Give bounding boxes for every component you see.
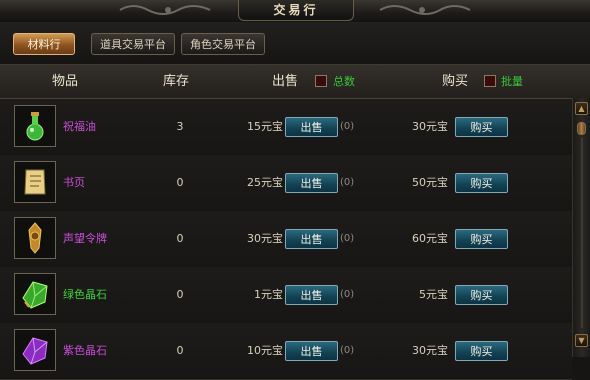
buy-button[interactable]: 购买: [455, 117, 508, 137]
item-name: 祝福油: [63, 120, 96, 133]
item-stock: 3: [176, 120, 184, 133]
tab-bar: 材料行 道具交易平台 角色交易平台: [0, 22, 590, 65]
buy-bulk-checkbox[interactable]: [484, 75, 496, 87]
item-name: 紫色晶石: [63, 344, 107, 357]
item-row: 书页 0 25元宝 出售 (0) 50元宝 购买: [0, 155, 572, 212]
scroll-down-icon[interactable]: ▼: [575, 334, 588, 347]
sell-price: 15元宝: [247, 120, 283, 133]
sell-price: 25元宝: [247, 176, 283, 189]
tab-character-trading[interactable]: 角色交易平台: [181, 33, 265, 55]
scroll-thumb[interactable]: [577, 122, 586, 135]
green-crystal-icon[interactable]: [14, 273, 56, 315]
buy-button[interactable]: 购买: [455, 229, 508, 249]
item-row: 紫色晶石 0 10元宝 出售 (0) 30元宝 购买: [0, 323, 572, 380]
buy-button[interactable]: 购买: [455, 341, 508, 361]
item-name: 绿色晶石: [63, 288, 107, 301]
header-sell: 出售: [272, 74, 299, 89]
sell-count: (0): [340, 289, 355, 300]
sell-total-checkbox[interactable]: [315, 75, 327, 87]
tab-materials[interactable]: 材料行: [13, 33, 75, 55]
title-bar: 交易行: [0, 0, 590, 23]
item-name: 声望令牌: [63, 232, 107, 245]
sell-price: 1元宝: [254, 288, 283, 301]
blessing-oil-icon[interactable]: [14, 105, 56, 147]
sell-count: (0): [340, 345, 355, 356]
sell-button[interactable]: 出售: [285, 173, 338, 193]
sell-price: 10元宝: [247, 344, 283, 357]
item-stock: 0: [176, 176, 184, 189]
header-buy: 购买: [442, 74, 469, 89]
buy-price: 5元宝: [419, 288, 448, 301]
scroll-track[interactable]: [581, 138, 583, 328]
item-row: 祝福油 3 15元宝 出售 (0) 30元宝 购买: [0, 99, 572, 156]
buy-bulk-label: 批量: [501, 75, 523, 88]
sell-price: 30元宝: [247, 232, 283, 245]
sell-button[interactable]: 出售: [285, 229, 338, 249]
sell-count: (0): [340, 177, 355, 188]
sell-count: (0): [340, 233, 355, 244]
buy-button[interactable]: 购买: [455, 285, 508, 305]
item-row: 声望令牌 0 30元宝 出售 (0) 60元宝 购买: [0, 211, 572, 268]
column-header: 物品 库存 出售 总数 购买 批量: [0, 65, 590, 99]
item-name: 书页: [63, 176, 85, 189]
scroll-up-icon[interactable]: ▲: [575, 102, 588, 115]
header-stock: 库存: [163, 74, 190, 89]
item-stock: 0: [176, 288, 184, 301]
buy-price: 50元宝: [412, 176, 448, 189]
item-row: 绿色晶石 0 1元宝 出售 (0) 5元宝 购买: [0, 267, 572, 324]
header-item: 物品: [52, 74, 79, 89]
prestige-token-icon[interactable]: [14, 217, 56, 259]
dragon-ornament-icon: [118, 2, 218, 18]
purple-crystal-icon[interactable]: [14, 329, 56, 371]
sell-button[interactable]: 出售: [285, 117, 338, 137]
tab-item-trading[interactable]: 道具交易平台: [91, 33, 175, 55]
book-page-icon[interactable]: [14, 161, 56, 203]
buy-price: 30元宝: [412, 120, 448, 133]
sell-button[interactable]: 出售: [285, 285, 338, 305]
sell-button[interactable]: 出售: [285, 341, 338, 361]
buy-button[interactable]: 购买: [455, 173, 508, 193]
sell-total-label: 总数: [333, 75, 355, 88]
dragon-ornament-icon: [372, 2, 472, 18]
window-title: 交易行: [238, 0, 354, 21]
item-stock: 0: [176, 344, 184, 357]
buy-price: 30元宝: [412, 344, 448, 357]
scrollbar[interactable]: ▲ ▼: [572, 98, 590, 357]
buy-price: 60元宝: [412, 232, 448, 245]
sell-count: (0): [340, 121, 355, 132]
item-stock: 0: [176, 232, 184, 245]
